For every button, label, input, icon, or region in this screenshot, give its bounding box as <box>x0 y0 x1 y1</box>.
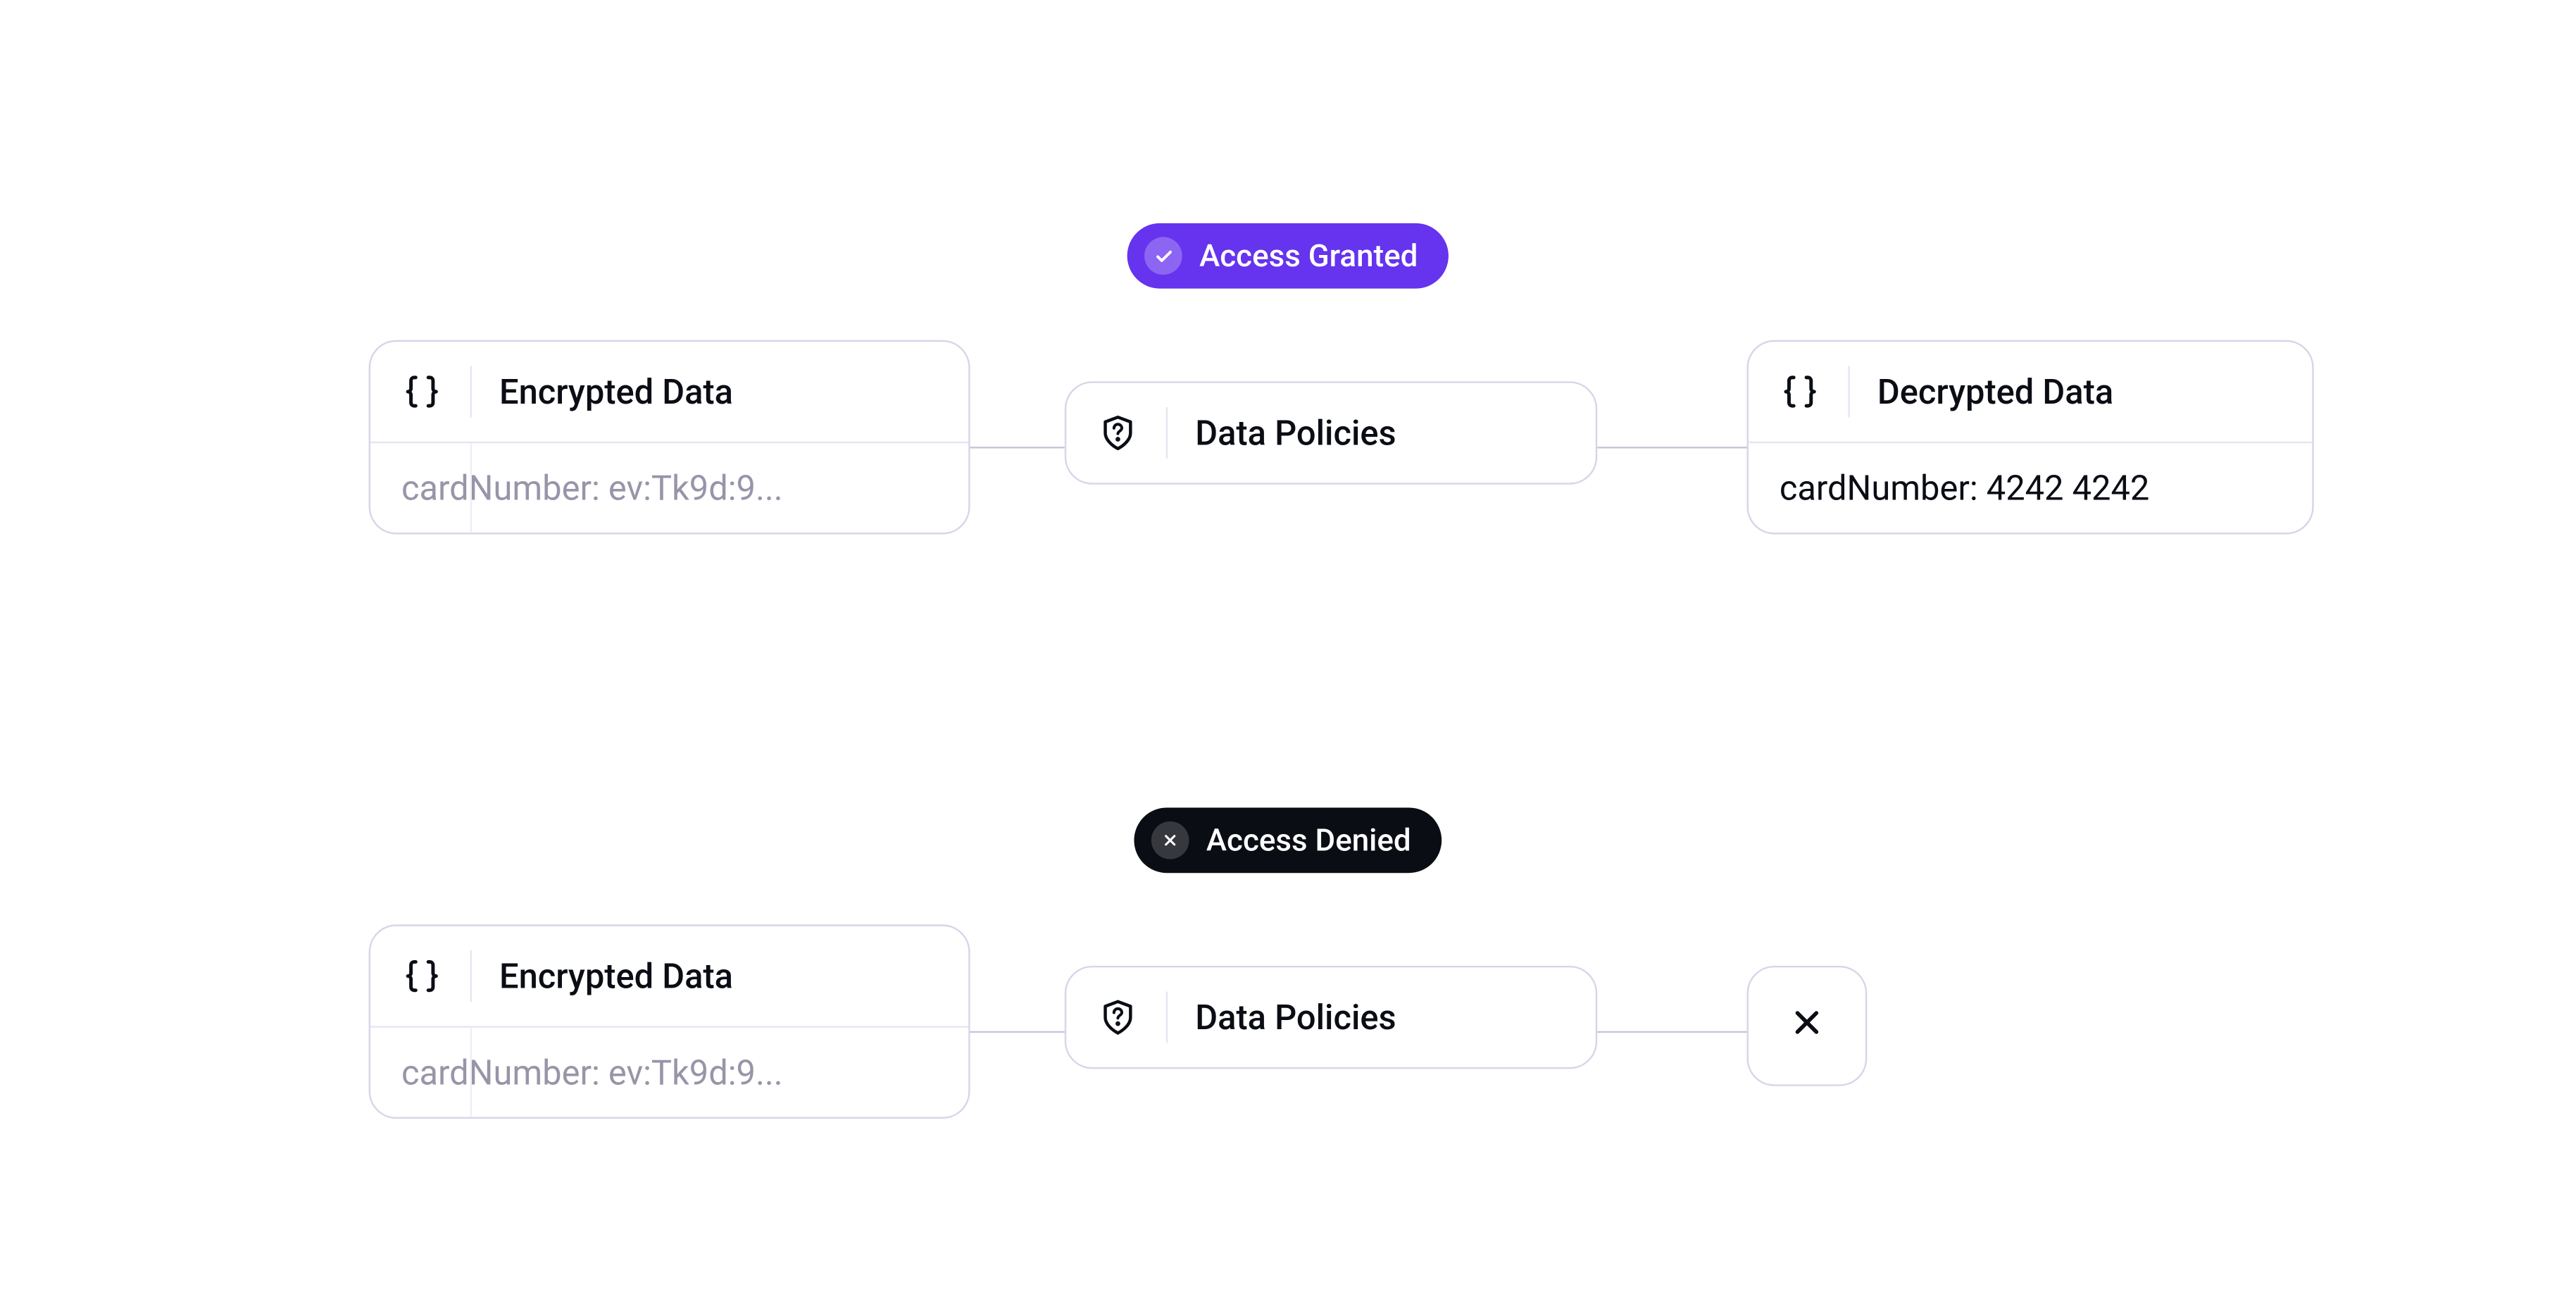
x-icon <box>1151 821 1189 859</box>
card-content: cardNumber: 4242 4242 <box>1780 467 2149 509</box>
divider <box>470 950 472 1002</box>
card-header: Data Policies <box>1066 967 1596 1067</box>
card-header: Decrypted Data <box>1749 342 2312 442</box>
divider <box>470 366 472 417</box>
braces-icon <box>398 957 446 995</box>
decrypted-data-card: Decrypted Data cardNumber: 4242 4242 <box>1746 340 2313 535</box>
data-policies-card: Data Policies <box>1065 381 1597 484</box>
card-body: cardNumber: ev:Tk9d:9... <box>370 442 968 533</box>
card-header: Encrypted Data <box>370 926 968 1026</box>
access-granted-badge: Access Granted <box>1127 223 1449 289</box>
encrypted-data-card: Encrypted Data cardNumber: ev:Tk9d:9... <box>369 340 970 535</box>
card-body: cardNumber: ev:Tk9d:9... <box>370 1026 968 1117</box>
divider <box>470 443 472 533</box>
braces-icon <box>1776 373 1824 411</box>
divider <box>470 1028 472 1117</box>
card-title: Encrypted Data <box>499 371 733 413</box>
card-title: Encrypted Data <box>499 955 733 997</box>
shield-question-icon <box>1094 997 1142 1038</box>
connector-line <box>1597 1031 1746 1033</box>
diagram-container: Access Granted Access Denied Enc <box>0 0 2576 1299</box>
card-title: Decrypted Data <box>1877 371 2113 413</box>
braces-icon <box>398 373 446 411</box>
card-header: Data Policies <box>1066 383 1596 483</box>
card-title: Data Policies <box>1195 412 1396 454</box>
encrypted-data-card: Encrypted Data cardNumber: ev:Tk9d:9... <box>369 924 970 1119</box>
divider <box>1166 992 1168 1043</box>
badge-label: Access Granted <box>1199 238 1418 274</box>
shield-question-icon <box>1094 412 1142 454</box>
blocked-card <box>1746 966 1867 1086</box>
card-content: cardNumber: ev:Tk9d:9... <box>401 1052 783 1093</box>
card-header: Encrypted Data <box>370 342 968 442</box>
card-title: Data Policies <box>1195 997 1396 1038</box>
check-icon <box>1144 237 1182 275</box>
card-body: cardNumber: 4242 4242 <box>1749 442 2312 533</box>
connector-line <box>970 1031 1065 1033</box>
connector-line <box>1597 447 1746 448</box>
data-policies-card: Data Policies <box>1065 966 1597 1069</box>
access-denied-badge: Access Denied <box>1134 807 1442 873</box>
badge-label: Access Denied <box>1206 822 1411 858</box>
connector-line <box>970 447 1065 448</box>
x-icon <box>1788 1004 1826 1048</box>
divider <box>1848 366 1849 417</box>
divider <box>1166 407 1168 459</box>
card-content: cardNumber: ev:Tk9d:9... <box>401 467 783 509</box>
